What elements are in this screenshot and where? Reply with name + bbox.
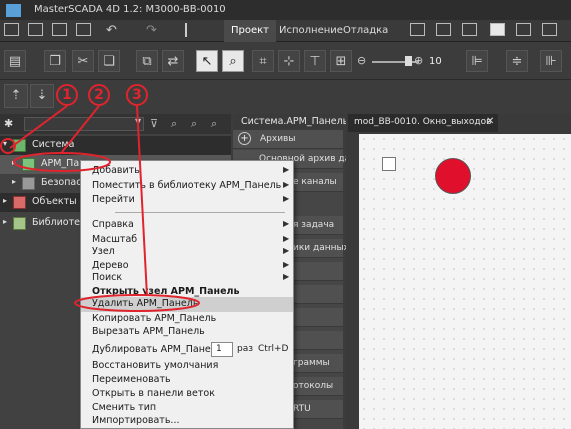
annotation-badge-3: 3 bbox=[126, 84, 148, 106]
annotation-overlay bbox=[0, 105, 200, 312]
annotation-badge-2: 2 bbox=[88, 84, 110, 106]
annotation-line-1 bbox=[9, 105, 68, 149]
annotation-circle-node bbox=[13, 152, 111, 172]
annotation-circle-delete bbox=[74, 294, 200, 312]
annotation-line-3 bbox=[136, 105, 148, 297]
annotation-badge-1: 1 bbox=[56, 84, 78, 106]
annotation-line-2 bbox=[61, 105, 100, 153]
